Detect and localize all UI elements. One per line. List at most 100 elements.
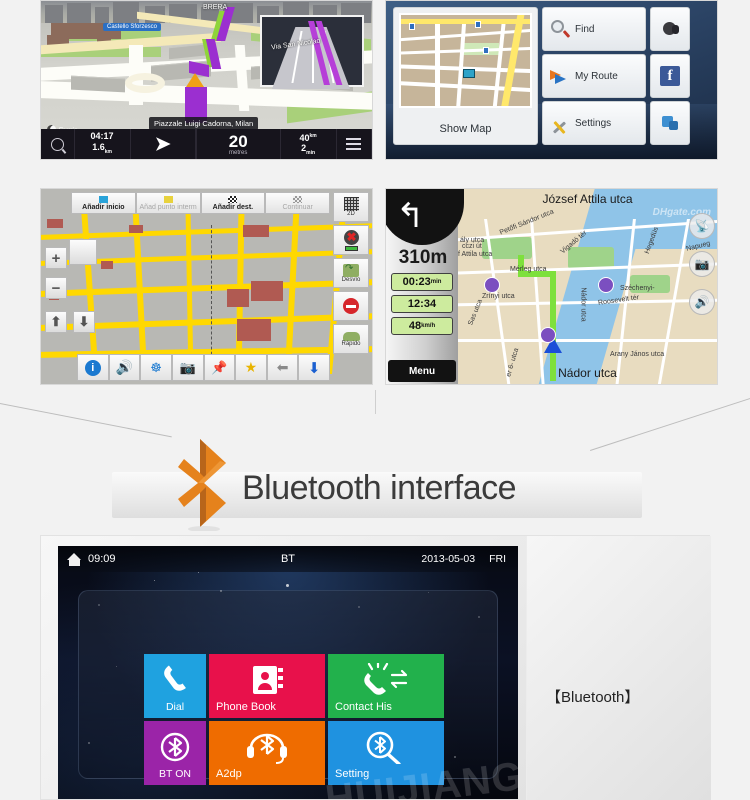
next-maneuver-distance: 20 metres bbox=[197, 129, 281, 159]
continue-label: Continuar bbox=[282, 203, 313, 211]
avoid-road-button[interactable] bbox=[333, 291, 369, 321]
show-map-button[interactable]: Show Map bbox=[393, 7, 538, 145]
fastest-route-button[interactable]: Rápido bbox=[333, 324, 369, 354]
arrival-time: 04:17 bbox=[90, 131, 114, 142]
time-remaining-cell[interactable]: 04:17 1.6km bbox=[75, 129, 131, 159]
tile-bt-on[interactable]: BT ON bbox=[144, 721, 206, 785]
gps-panel-main-menu: Show Map Find My Route Settings f bbox=[385, 0, 718, 160]
facebook-button[interactable]: f bbox=[650, 54, 690, 98]
tilt-down-button[interactable]: ⬇ bbox=[73, 311, 95, 333]
tile-label: A2dp bbox=[216, 768, 242, 780]
tile-label: Phone Book bbox=[216, 701, 276, 713]
down-arrow-icon: ⬇ bbox=[307, 359, 321, 377]
facebook-icon: f bbox=[660, 66, 680, 86]
rotate-map-button[interactable] bbox=[69, 239, 97, 265]
satellite-button[interactable]: 📡 bbox=[689, 213, 715, 239]
magnifier-icon bbox=[550, 19, 571, 39]
source-label: BT bbox=[280, 553, 296, 565]
eta-time-unit: min bbox=[306, 149, 316, 156]
add-pin-button[interactable]: 📌 bbox=[203, 354, 236, 381]
add-destination-button[interactable]: Añadir dest. bbox=[200, 192, 266, 214]
poi-marker[interactable] bbox=[540, 327, 556, 343]
add-route-icon: ☸ bbox=[150, 359, 162, 375]
street-label: cczi út bbox=[462, 243, 482, 250]
menu-button[interactable]: Menu bbox=[388, 360, 456, 382]
zoom-in-button[interactable]: + bbox=[45, 247, 67, 269]
fastest-route-label: Rápido bbox=[341, 340, 361, 347]
tile-dial[interactable]: Dial bbox=[144, 654, 206, 718]
current-street: Nádor utca bbox=[558, 366, 617, 380]
add-start-button[interactable]: Añadir inicio bbox=[71, 192, 136, 214]
add-favourite-button[interactable]: ★ bbox=[235, 354, 267, 381]
tile-contact-history[interactable]: Contact His bbox=[328, 654, 444, 718]
continue-button[interactable]: Continuar bbox=[265, 192, 330, 214]
speaker-icon: 🔊 bbox=[115, 359, 134, 375]
no-entry-icon bbox=[343, 298, 359, 314]
find-button[interactable]: Find bbox=[542, 7, 646, 51]
upcoming-street: József Attila utca bbox=[542, 192, 633, 206]
route-arrows-icon bbox=[550, 66, 570, 86]
section-title: Bluetooth interface bbox=[242, 469, 517, 507]
view-2d-button[interactable]: 2D bbox=[333, 192, 369, 222]
maneuver-panel: ↰ 310m 00:23 min 12:34 48 km/h Menu bbox=[386, 189, 464, 384]
search-button[interactable] bbox=[41, 129, 75, 159]
battery-icon bbox=[344, 245, 358, 251]
turn-indicator: ↰ bbox=[386, 189, 464, 245]
pointer-line-right bbox=[590, 397, 750, 451]
bluetooth-search-icon bbox=[366, 731, 401, 764]
screen-button[interactable]: 📷 bbox=[689, 251, 715, 277]
poi-marker[interactable] bbox=[484, 277, 500, 293]
detour-button[interactable]: ↷ Desvío bbox=[333, 258, 369, 288]
lane-assist-inset bbox=[260, 15, 364, 89]
menu-button[interactable] bbox=[337, 129, 372, 159]
zoom-out-button[interactable]: − bbox=[45, 277, 67, 299]
remaining-distance-unit: km bbox=[104, 148, 112, 155]
fast-car-icon bbox=[342, 331, 360, 341]
plugins-button[interactable] bbox=[650, 101, 690, 145]
turn-arrow-icon: ➤ bbox=[154, 133, 171, 155]
show-map-label: Show Map bbox=[439, 122, 492, 135]
my-route-button[interactable]: My Route bbox=[542, 54, 646, 98]
tilt-up-button[interactable]: ⬆ bbox=[45, 311, 67, 333]
settings-button[interactable]: Settings bbox=[542, 101, 646, 145]
bluetooth-showcase: 09:09 BT 2013-05-03 FRI Dial Phone Book … bbox=[40, 535, 711, 800]
navigation-status-bar: 04:17 1.6km ➤ 20 metres 40km 2min bbox=[41, 129, 372, 159]
street-label: BRERA bbox=[203, 4, 228, 11]
headset-button[interactable] bbox=[650, 7, 690, 51]
gps-panel-turn-by-turn: Petőfi Sándor utca Vigadó tér ály utca f… bbox=[385, 188, 718, 385]
roundabout bbox=[125, 73, 165, 93]
speed-field: 48 km/h bbox=[391, 317, 453, 335]
eta-distance: 40 bbox=[299, 132, 310, 143]
find-label: Find bbox=[575, 23, 595, 35]
view-2d-label: 2D bbox=[347, 211, 355, 217]
back-button[interactable]: ⬅ bbox=[266, 354, 299, 381]
turn-left-icon: ↰ bbox=[396, 197, 425, 235]
gps-status-button[interactable]: ✖ bbox=[333, 225, 369, 255]
poi-marker[interactable] bbox=[598, 277, 614, 293]
bluetooth-logo-icon bbox=[178, 439, 226, 531]
speaker-icon: 🔊 bbox=[694, 295, 710, 309]
detour-icon: ↷ bbox=[343, 263, 359, 277]
eta-cell[interactable]: 40km 2min bbox=[281, 129, 337, 159]
distance-unit: metres bbox=[229, 149, 248, 156]
street-label: f Attila utca bbox=[458, 251, 493, 258]
planner-bottom-toolbar: i 🔊 ☸ 📷 📌 ★ ⬅ ⬇ bbox=[77, 354, 330, 381]
tile-label: Contact His bbox=[335, 701, 392, 713]
turn-by-turn-screen: Petőfi Sándor utca Vigadó tér ály utca f… bbox=[386, 189, 717, 384]
contacts-book-icon bbox=[253, 666, 283, 694]
wrench-screwdriver-icon bbox=[550, 113, 570, 135]
call-history-icon bbox=[364, 663, 408, 695]
volume-button[interactable]: 🔊 bbox=[689, 289, 715, 315]
info-button[interactable]: i bbox=[77, 354, 109, 381]
add-route-button[interactable]: ☸ bbox=[140, 354, 172, 381]
info-icon: i bbox=[84, 359, 101, 376]
sound-button[interactable]: 🔊 bbox=[108, 354, 141, 381]
tile-a2dp[interactable]: A2dp bbox=[209, 721, 325, 785]
menu-screen: Show Map Find My Route Settings f bbox=[386, 1, 717, 159]
tile-phone-book[interactable]: Phone Book bbox=[209, 654, 325, 718]
showcase-right-pane bbox=[526, 536, 711, 800]
down-button[interactable]: ⬇ bbox=[298, 354, 330, 381]
page-root: Castello Sforzesco BRERA Via San Nicolao… bbox=[0, 0, 750, 800]
add-waypoint-button[interactable]: Añad punto interm bbox=[135, 192, 201, 214]
add-camera-button[interactable]: 📷 bbox=[171, 354, 204, 381]
